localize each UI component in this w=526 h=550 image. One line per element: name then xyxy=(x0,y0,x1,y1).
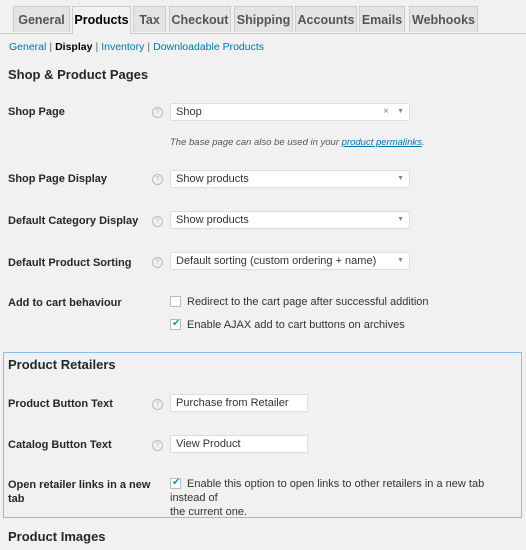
chevron-down-icon: ▼ xyxy=(397,175,404,182)
catalog-button-text-label: Catalog Button Text xyxy=(8,439,112,451)
shop-page-display-value: Show products xyxy=(176,173,249,185)
section-title-shop-product-pages: Shop & Product Pages xyxy=(8,67,149,82)
tab-general[interactable]: General xyxy=(13,6,70,32)
subnav-general[interactable]: General xyxy=(9,41,46,53)
open-new-tab-text-line2: the current one. xyxy=(170,506,248,518)
settings-tabs: General Products Tax Checkout Shipping A… xyxy=(0,0,526,34)
section-title-product-images: Product Images xyxy=(8,529,106,544)
separator: | xyxy=(49,41,53,53)
enable-ajax-checkbox[interactable] xyxy=(170,317,181,331)
tab-products[interactable]: Products xyxy=(72,6,131,34)
redirect-to-cart-label: Redirect to the cart page after successf… xyxy=(187,296,429,308)
product-button-text-label: Product Button Text xyxy=(8,398,113,410)
chevron-down-icon: ▼ xyxy=(397,216,404,223)
default-product-sorting-value: Default sorting (custom ordering + name) xyxy=(176,255,377,267)
subnav-inventory[interactable]: Inventory xyxy=(101,41,144,53)
default-product-sorting-select[interactable]: Default sorting (custom ordering + name)… xyxy=(170,252,410,270)
help-icon[interactable]: ? xyxy=(152,216,163,227)
shop-page-label: Shop Page xyxy=(8,106,65,118)
tab-checkout[interactable]: Checkout xyxy=(169,6,231,32)
default-product-sorting-label: Default Product Sorting xyxy=(8,257,132,269)
description-suffix: . xyxy=(421,137,425,148)
default-category-display-select[interactable]: Show products ▼ xyxy=(170,211,410,229)
enable-ajax-label: Enable AJAX add to cart buttons on archi… xyxy=(187,319,405,331)
help-icon[interactable]: ? xyxy=(152,257,163,268)
shop-page-display-label: Shop Page Display xyxy=(8,173,108,185)
redirect-to-cart-option[interactable]: Redirect to the cart page after successf… xyxy=(170,295,429,309)
tab-tax[interactable]: Tax xyxy=(133,6,166,32)
shop-page-display-select[interactable]: Show products ▼ xyxy=(170,170,410,188)
shop-page-value: Shop xyxy=(176,106,202,118)
tab-webhooks[interactable]: Webhooks xyxy=(409,6,478,32)
tab-accounts[interactable]: Accounts xyxy=(295,6,357,32)
product-button-text-input[interactable] xyxy=(170,394,308,412)
chevron-down-icon: ▼ xyxy=(397,108,404,115)
help-icon[interactable]: ? xyxy=(152,399,163,410)
shop-page-description: The base page can also be used in your p… xyxy=(170,137,425,148)
help-icon[interactable]: ? xyxy=(152,174,163,185)
enable-ajax-option[interactable]: Enable AJAX add to cart buttons on archi… xyxy=(170,317,405,332)
catalog-button-text-input[interactable] xyxy=(170,435,308,453)
open-new-tab-option[interactable]: Enable this option to open links to othe… xyxy=(170,476,515,519)
open-new-tab-label: Open retailer links in a new tab xyxy=(8,478,150,506)
open-new-tab-label-line1: Open retailer links in a new xyxy=(8,479,151,491)
shop-page-select[interactable]: Shop × ▼ xyxy=(170,103,410,121)
product-permalinks-link[interactable]: product permalinks xyxy=(342,137,422,148)
tab-shipping[interactable]: Shipping xyxy=(234,6,293,32)
subnav-downloadable-products[interactable]: Downloadable Products xyxy=(153,41,264,53)
description-text: The base page can also be used in your xyxy=(170,137,342,148)
clear-icon[interactable]: × xyxy=(383,104,389,120)
open-new-tab-label-line2: tab xyxy=(8,493,25,505)
section-subnav: General | Display | Inventory | Downloadable P… xyxy=(9,41,264,53)
help-icon[interactable]: ? xyxy=(152,440,163,451)
tab-emails[interactable]: Emails xyxy=(359,6,405,32)
open-new-tab-checkbox[interactable] xyxy=(170,476,181,490)
chevron-down-icon: ▼ xyxy=(397,257,404,264)
separator: | xyxy=(95,41,99,53)
add-to-cart-behaviour-label: Add to cart behaviour xyxy=(8,297,122,309)
subnav-display[interactable]: Display xyxy=(55,41,92,53)
default-category-display-label: Default Category Display xyxy=(8,215,139,227)
separator: | xyxy=(147,41,151,53)
default-category-display-value: Show products xyxy=(176,214,249,226)
redirect-to-cart-checkbox[interactable] xyxy=(170,296,181,307)
section-title-product-retailers: Product Retailers xyxy=(8,357,116,372)
help-icon[interactable]: ? xyxy=(152,107,163,118)
open-new-tab-text-line1: Enable this option to open links to othe… xyxy=(170,478,485,504)
